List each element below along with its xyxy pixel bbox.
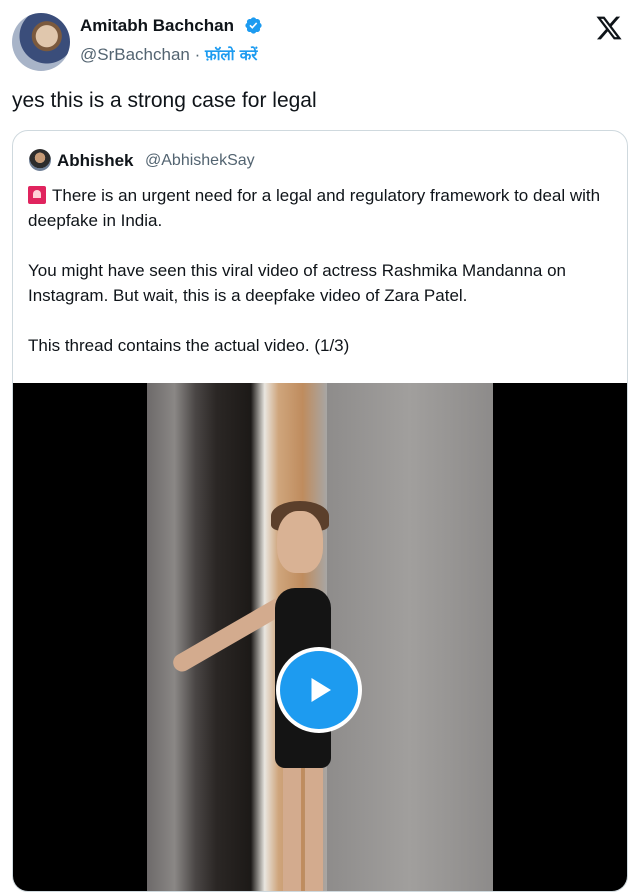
- tweet-author-handle[interactable]: @SrBachchan: [80, 45, 190, 64]
- play-icon: [280, 651, 358, 729]
- video-door: [327, 383, 493, 891]
- quoted-author-avatar[interactable]: [29, 149, 51, 171]
- quoted-tweet-body: There is an urgent need for a legal and …: [28, 183, 618, 383]
- tweet-author-avatar[interactable]: [12, 13, 70, 71]
- play-button[interactable]: [276, 647, 362, 733]
- quoted-author-name[interactable]: Abhishek: [57, 151, 134, 171]
- x-logo-icon[interactable]: [594, 14, 624, 42]
- quoted-tweet-card[interactable]: Abhishek @AbhishekSay There is an urgent…: [12, 130, 628, 892]
- play-triangle-icon: [311, 678, 331, 702]
- tweet-text: yes this is a strong case for legal: [12, 89, 317, 112]
- siren-icon: [28, 186, 46, 204]
- quoted-author-handle[interactable]: @AbhishekSay: [145, 152, 255, 170]
- video-person-head: [277, 511, 323, 573]
- follow-button[interactable]: फ़ॉलो करें: [205, 46, 257, 64]
- quoted-tweet-paragraph: You might have seen this viral video of …: [28, 261, 567, 305]
- handle-separator: ·: [194, 45, 201, 64]
- tweet-author-handle-line: @SrBachchan · फ़ॉलो करें: [80, 45, 257, 65]
- video-person-arm: [169, 594, 292, 675]
- video-player[interactable]: [13, 383, 627, 891]
- tweet-author-name[interactable]: Amitabh Bachchan: [80, 16, 234, 36]
- verified-badge-icon: [245, 17, 262, 34]
- video-thumbnail: [147, 383, 493, 891]
- video-person-legs: [283, 768, 323, 891]
- quoted-tweet-paragraph: This thread contains the actual video. (…: [28, 336, 350, 355]
- quoted-tweet-paragraph: There is an urgent need for a legal and …: [28, 186, 601, 230]
